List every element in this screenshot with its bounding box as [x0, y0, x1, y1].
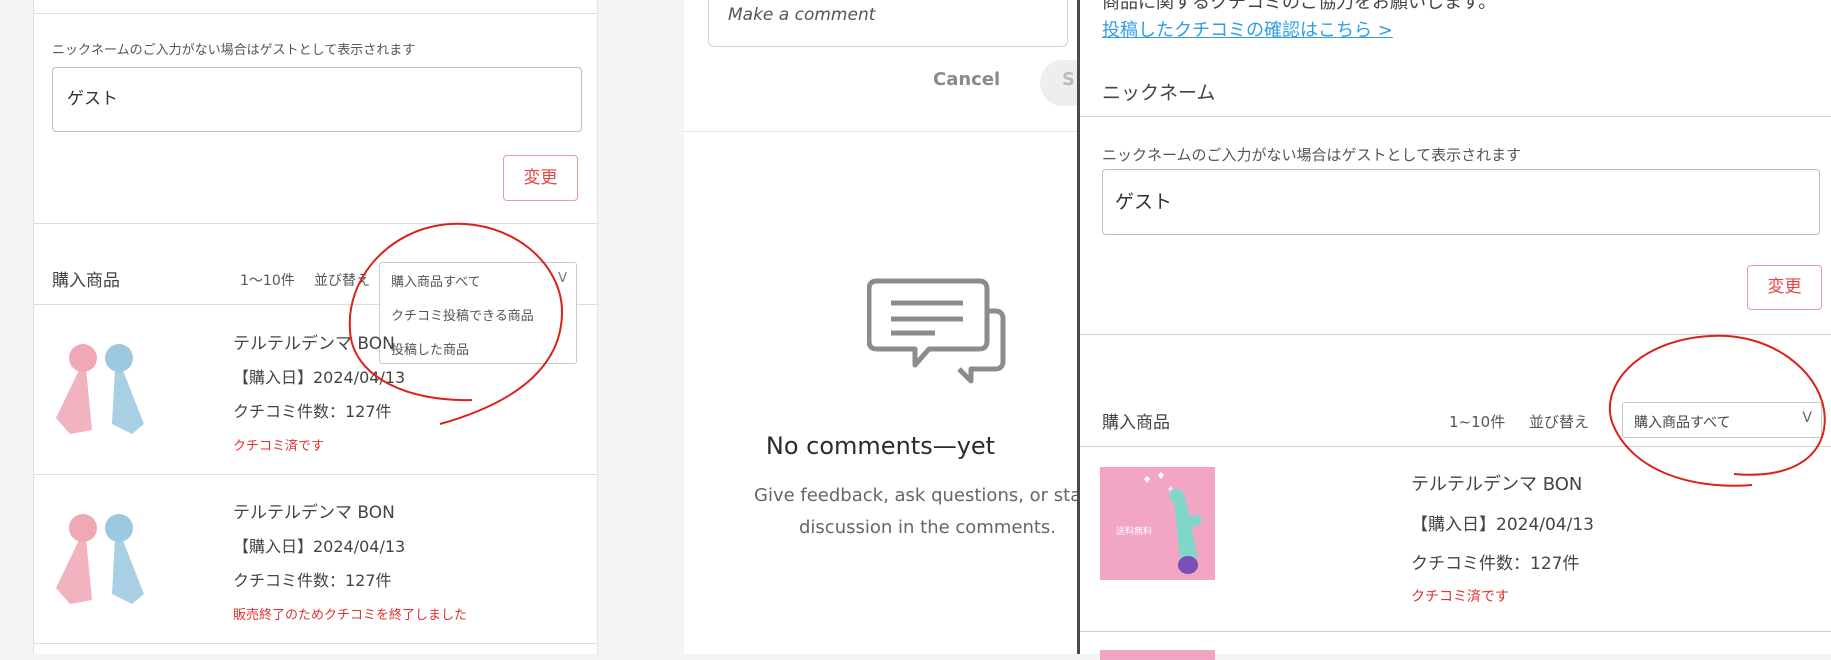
- divider: [1080, 446, 1831, 447]
- dropdown-option-reviewable[interactable]: クチコミ投稿できる商品: [391, 305, 534, 324]
- sort-label: 並び替え: [1529, 413, 1590, 431]
- comment-bubbles-icon: [867, 278, 1006, 384]
- nickname-input[interactable]: ゲスト: [1102, 169, 1820, 235]
- review-status: クチコミ済です: [233, 439, 325, 454]
- sort-label: 並び替え: [314, 273, 370, 289]
- divider: [34, 13, 597, 14]
- purchase-date: 【購入日】2024/04/13: [233, 537, 406, 556]
- empty-state-line-2: discussion in the comments.: [799, 517, 1057, 538]
- submit-label: S: [1062, 69, 1075, 90]
- change-button[interactable]: 変更: [1747, 265, 1822, 310]
- review-history-link[interactable]: 投稿したクチコミの確認はこちら >: [1102, 16, 1393, 42]
- divider: [1080, 631, 1831, 632]
- sort-select[interactable]: 購入商品すべて V: [1622, 402, 1822, 438]
- empty-state-title: No comments—yet: [765, 432, 996, 460]
- result-count: 1〜10件: [240, 273, 295, 289]
- product-name[interactable]: テルテルデンマ BON: [233, 329, 395, 354]
- comment-placeholder: Make a comment: [728, 5, 876, 25]
- review-count: クチコミ件数：127件: [233, 571, 392, 590]
- empty-state-line-1: Give feedback, ask questions, or star: [754, 485, 1089, 506]
- review-count: クチコミ件数：127件: [233, 402, 392, 421]
- divider: [34, 474, 597, 475]
- product-name[interactable]: テルテルデンマ BON: [233, 498, 395, 523]
- empty-state-description: Give feedback, ask questions, or star di…: [754, 480, 1089, 544]
- comments-pane: Make a comment Cancel S No comments—yet …: [684, 0, 1110, 654]
- chevron-down-icon: V: [558, 271, 567, 286]
- section-title: 購入商品: [52, 271, 120, 291]
- section-title: 購入商品: [1102, 413, 1170, 433]
- header-text: 商品に関するクチコミのご協力をお願いします。: [1102, 0, 1497, 13]
- nickname-hint: ニックネームのご入力がない場合はゲストとして表示されます: [1102, 146, 1522, 164]
- dropdown-option-posted[interactable]: 投稿した商品: [391, 339, 469, 358]
- divider: [34, 223, 597, 224]
- product-image: 送料無料: [1100, 467, 1215, 580]
- purchase-card: ニックネームのご入力がない場合はゲストとして表示されます ゲスト 変更 購入商品…: [33, 0, 598, 654]
- nickname-input[interactable]: ゲスト: [52, 67, 582, 132]
- left-pane: ニックネームのご入力がない場合はゲストとして表示されます ゲスト 変更 購入商品…: [0, 0, 684, 654]
- result-count: 1~10件: [1449, 413, 1506, 431]
- divider: [1080, 116, 1831, 117]
- purchase-date: 【購入日】2024/04/13: [1411, 515, 1594, 535]
- cancel-button[interactable]: Cancel: [933, 69, 1000, 90]
- purchase-date: 【購入日】2024/04/13: [233, 368, 406, 387]
- product-image: [1100, 650, 1215, 660]
- product-name[interactable]: テルテルデンマ BON: [1411, 470, 1582, 496]
- product-image: [56, 514, 144, 604]
- divider: [684, 131, 1077, 132]
- nickname-label: ニックネーム: [1102, 82, 1216, 104]
- review-count: クチコミ件数：127件: [1411, 554, 1580, 574]
- product-image: [56, 344, 144, 434]
- sort-dropdown-open[interactable]: 購入商品すべて V クチコミ投稿できる商品 投稿した商品: [379, 262, 577, 364]
- divider: [34, 643, 597, 644]
- change-button[interactable]: 変更: [503, 155, 578, 201]
- review-status: 販売終了のためクチコミを終了しました: [233, 608, 468, 623]
- dropdown-option-all[interactable]: 購入商品すべて: [391, 271, 481, 290]
- free-shipping-badge: 送料無料: [1116, 527, 1153, 537]
- chevron-down-icon: V: [1802, 410, 1812, 426]
- review-status: クチコミ済です: [1411, 589, 1509, 605]
- right-pane: 商品に関するクチコミのご協力をお願いします。 投稿したクチコミの確認はこちら >…: [1077, 0, 1831, 660]
- comment-input[interactable]: Make a comment: [708, 0, 1068, 47]
- divider: [1080, 334, 1831, 335]
- sort-select-value: 購入商品すべて: [1634, 415, 1731, 431]
- nickname-hint: ニックネームのご入力がない場合はゲストとして表示されます: [52, 43, 416, 58]
